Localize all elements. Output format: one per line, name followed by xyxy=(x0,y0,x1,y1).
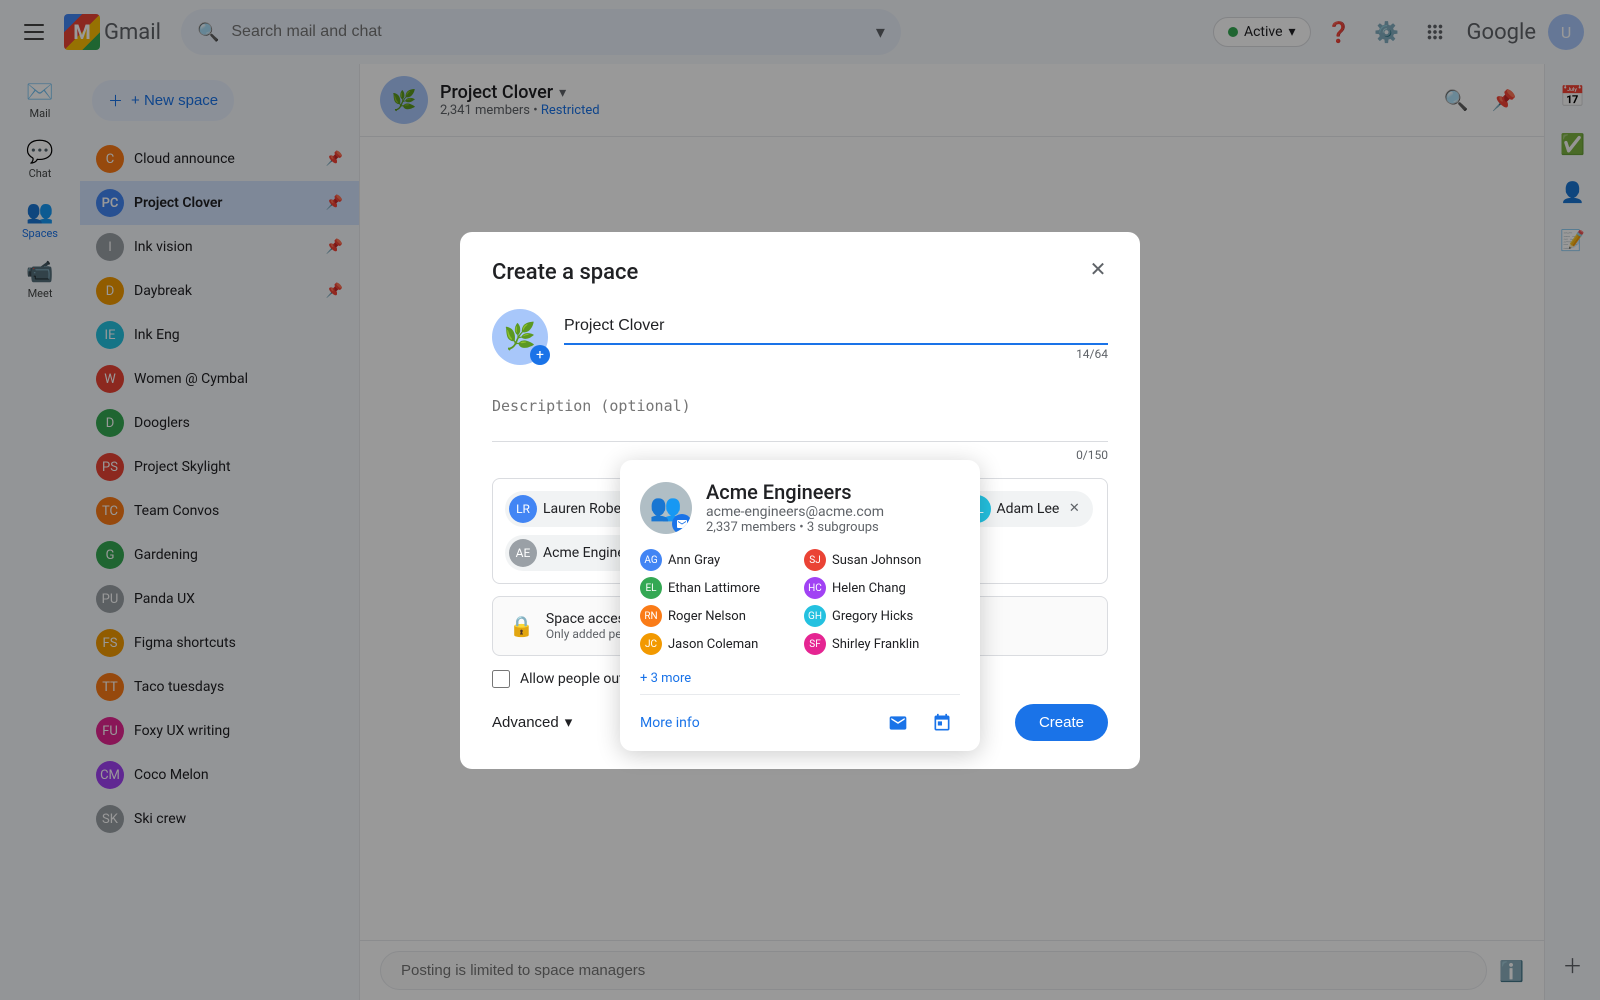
calendar-icon-button[interactable] xyxy=(924,705,960,741)
more-link[interactable]: + 3 more xyxy=(640,671,691,686)
popover-member: HC Helen Chang xyxy=(804,577,960,599)
popover-footer-icons xyxy=(880,705,960,741)
advanced-chevron-icon: ▾ xyxy=(565,713,573,731)
popover-group-name: Acme Engineers xyxy=(706,480,884,504)
member-avatar: RN xyxy=(640,605,662,627)
popover-header: 👥 Acme Engineers acme-engineers@acme.com… xyxy=(640,480,960,535)
member-name: Roger Nelson xyxy=(668,609,746,624)
member-avatar: GH xyxy=(804,605,826,627)
modal-title: Create a space xyxy=(492,260,1108,285)
popover-member: JC Jason Coleman xyxy=(640,633,796,655)
outside-checkbox[interactable] xyxy=(492,670,510,688)
description-wrap: 0/150 xyxy=(492,389,1108,462)
member-name: Gregory Hicks xyxy=(832,609,913,624)
email-icon-button[interactable] xyxy=(880,705,916,741)
popover-member: RN Roger Nelson xyxy=(640,605,796,627)
popover-group-avatar: 👥 xyxy=(640,482,692,534)
popover-member: EL Ethan Lattimore xyxy=(640,577,796,599)
popover-email: acme-engineers@acme.com xyxy=(706,504,884,520)
popover-member: SF Shirley Franklin xyxy=(804,633,960,655)
avatar-plus-icon[interactable]: + xyxy=(530,345,550,365)
popover-member: GH Gregory Hicks xyxy=(804,605,960,627)
member-avatar: AG xyxy=(640,549,662,571)
popover-member: SJ Susan Johnson xyxy=(804,549,960,571)
member-name: Susan Johnson xyxy=(832,553,921,568)
advanced-button[interactable]: Advanced ▾ xyxy=(492,705,572,739)
member-avatar: HC xyxy=(804,577,826,599)
member-name: Ethan Lattimore xyxy=(668,581,760,596)
chip-avatar: AE xyxy=(509,539,537,567)
popover-more: + 3 more xyxy=(640,667,960,686)
popover-members-count: 2,337 members xyxy=(706,520,796,535)
popover-info: Acme Engineers acme-engineers@acme.com 2… xyxy=(706,480,884,535)
advanced-label: Advanced xyxy=(492,714,559,731)
modal-input-wrap: 14/64 xyxy=(564,309,1108,361)
modal-name-row: 🌿 + 14/64 xyxy=(492,309,1108,377)
popover-subgroups: 3 subgroups xyxy=(807,520,879,535)
member-name: Helen Chang xyxy=(832,581,906,596)
lock-icon: 🔒 xyxy=(509,614,534,638)
group-badge-icon xyxy=(672,514,692,534)
create-button[interactable]: Create xyxy=(1015,704,1108,741)
chip-remove-button[interactable]: ✕ xyxy=(1065,500,1083,518)
member-avatar: SF xyxy=(804,633,826,655)
avatar-upload[interactable]: 🌿 + xyxy=(492,309,548,365)
member-avatar: JC xyxy=(640,633,662,655)
member-avatar: EL xyxy=(640,577,662,599)
space-name-counter: 14/64 xyxy=(564,347,1108,361)
space-name-input[interactable] xyxy=(564,309,1108,345)
member-name: Ann Gray xyxy=(668,553,720,568)
popover-members-grid: AG Ann Gray SJ Susan Johnson EL Ethan La… xyxy=(640,549,960,655)
chip-name: Adam Lee xyxy=(997,501,1060,517)
member-name: Shirley Franklin xyxy=(832,637,919,652)
member-avatar: SJ xyxy=(804,549,826,571)
chip-avatar: LR xyxy=(509,495,537,523)
description-input[interactable] xyxy=(492,389,1108,442)
popover-member: AG Ann Gray xyxy=(640,549,796,571)
member-name: Jason Coleman xyxy=(668,637,758,652)
popover-meta: 2,337 members • 3 subgroups xyxy=(706,520,884,535)
more-info-link[interactable]: More info xyxy=(640,715,700,731)
modal-close-button[interactable]: ✕ xyxy=(1080,252,1116,288)
close-icon: ✕ xyxy=(1090,257,1107,282)
group-popover: 👥 Acme Engineers acme-engineers@acme.com… xyxy=(620,460,980,751)
popover-footer: More info xyxy=(640,694,960,751)
